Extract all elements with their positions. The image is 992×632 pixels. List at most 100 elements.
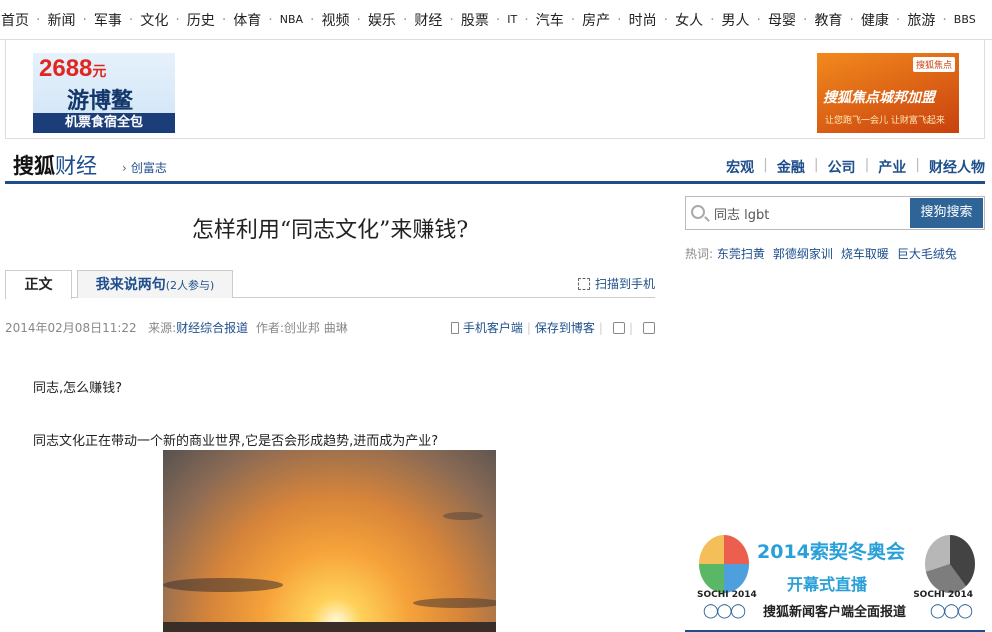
nav-item[interactable]: 旅游 — [906, 10, 936, 30]
nav-item[interactable]: BBS — [953, 13, 977, 26]
nav-separator: · — [449, 11, 454, 28]
article-paragraph: 同志文化正在带动一个新的商业世界,它是否会形成趋势,进而成为产业? — [33, 434, 439, 449]
channel-menu-item[interactable]: 产业 — [878, 157, 906, 177]
nav-item[interactable]: 时尚 — [628, 10, 658, 30]
ad-price: 2688元 — [39, 55, 107, 82]
publish-date: 2014年02月08日11:22 — [5, 321, 137, 335]
nav-separator: · — [82, 11, 87, 28]
nav-separator: · — [942, 11, 947, 28]
nav-separator: · — [617, 11, 622, 28]
menu-separator: | — [763, 157, 768, 173]
nav-item[interactable]: 视频 — [320, 10, 350, 30]
sogou-search-button[interactable]: 搜狗搜索 — [910, 198, 983, 228]
source-link[interactable]: 财经综合报道 — [176, 321, 248, 335]
nav-item[interactable]: 母婴 — [767, 10, 797, 30]
channel-menu-item[interactable]: 公司 — [828, 157, 856, 177]
hot-word-link[interactable]: 东莞扫黄 — [717, 247, 765, 261]
chevron-right-icon: › — [122, 161, 127, 175]
menu-separator: | — [864, 157, 870, 173]
sochi-footer: 搜狐新闻客户端全面报道 — [763, 605, 907, 620]
nav-item[interactable]: 文化 — [139, 10, 169, 30]
nav-item[interactable]: 健康 — [860, 10, 890, 30]
author: 创业邦 曲琳 — [283, 321, 348, 335]
nav-separator: · — [895, 11, 901, 28]
hot-words: 热词: 东莞扫黄 郭德纲家训 烧车取暖 巨大毛绒兔 — [685, 245, 965, 262]
article-tabs: 正文 我来说两句(2人参与) 扫描到手机 — [5, 270, 655, 299]
nav-item[interactable]: 财经 — [413, 10, 443, 30]
nav-separator: · — [849, 11, 854, 28]
font-size-icon[interactable] — [612, 322, 625, 334]
sochi-live: 开幕式直播 — [787, 575, 868, 594]
nav-item[interactable]: 女人 — [674, 10, 704, 30]
menu-separator: | — [915, 157, 920, 173]
article-title: 怎样利用“同志文化”来赚钱? — [191, 218, 469, 243]
nav-separator: · — [36, 11, 41, 28]
sohu-finance-logo[interactable]: 搜狐财经 — [13, 150, 97, 180]
nav-item[interactable]: 体育 — [232, 10, 262, 30]
nav-item[interactable]: 房产 — [581, 10, 611, 30]
nav-separator: · — [175, 11, 180, 28]
nav-separator: · — [663, 11, 669, 28]
sochi-badge-label: SOCHI 2014 — [697, 590, 757, 600]
tab-article[interactable]: 正文 — [5, 270, 72, 299]
scan-to-phone[interactable]: 扫描到手机 — [577, 275, 655, 292]
hot-word-link[interactable]: 巨大毛绒兔 — [897, 247, 957, 261]
nav-separator: · — [128, 11, 134, 28]
nav-separator: · — [356, 11, 361, 28]
tab-comments[interactable]: 我来说两句(2人参与) — [77, 270, 233, 298]
sochi-headline: 2014索契冬奥会 — [757, 541, 905, 563]
sochi-emblem-right — [925, 535, 975, 593]
nav-item[interactable]: 汽车 — [535, 10, 565, 30]
mobile-client-link[interactable]: 手机客户端 — [463, 321, 523, 335]
ad-boao-travel[interactable]: 2688元 游博鳌 机票食宿全包 — [33, 53, 175, 133]
search-input[interactable] — [714, 201, 904, 225]
nav-separator: · — [570, 11, 576, 28]
nav-item[interactable]: 股票 — [460, 10, 490, 30]
nav-separator: · — [310, 11, 315, 28]
phone-icon — [450, 322, 459, 334]
hot-word-link[interactable]: 郭德纲家训 — [773, 247, 833, 261]
channel-menu-item[interactable]: 金融 — [777, 157, 805, 177]
nav-separator: · — [524, 11, 529, 28]
print-icon[interactable] — [643, 322, 655, 334]
breadcrumb: › 创富志 — [122, 159, 167, 176]
ad-strip: 机票食宿全包 — [33, 113, 175, 133]
breadcrumb-link[interactable]: 创富志 — [131, 161, 167, 175]
nav-separator: · — [221, 11, 227, 28]
nav-separator: · — [402, 11, 408, 28]
channel-menu-item[interactable]: 财经人物 — [929, 157, 985, 177]
hot-words-label: 热词: — [685, 247, 714, 261]
nav-separator: · — [495, 11, 501, 28]
nav-item[interactable]: 首页 — [0, 10, 30, 30]
channel-menu-item[interactable]: 宏观 — [726, 157, 754, 177]
article-paragraph: 同志,怎么赚钱? — [33, 381, 123, 396]
nav-item[interactable]: IT — [506, 13, 518, 26]
top-nav: 首页 · 新闻 · 军事 · 文化 · 历史 · 体育 · NBA · 视频 · 娱乐 · 财经 · 股票 · IT · 汽车 ·… — [0, 0, 992, 40]
source-label: 来源: — [148, 321, 177, 335]
nav-separator: · — [710, 11, 715, 28]
article-tools: 手机客户端 | 保存到博客 | | — [450, 319, 655, 336]
nav-separator: · — [756, 11, 761, 28]
channel-header: 搜狐财经 › 创富志 宏观 | 金融 | 公司 | 产业 | 财经人物 — [5, 146, 985, 184]
menu-separator: | — [813, 157, 819, 173]
nav-item[interactable]: 新闻 — [46, 10, 76, 30]
ad-focus-franchise[interactable]: 搜狐焦点 搜狐焦点城邦加盟 让您跑飞一会儿 让财富飞起来 — [817, 53, 959, 133]
hot-word-link[interactable]: 烧车取暖 — [841, 247, 889, 261]
author-label: 作者: — [255, 321, 284, 335]
sochi-olympics-banner[interactable]: SOCHI 2014 SOCHI 2014 ◯◯◯ ◯◯◯ 2014索契冬奥会 … — [685, 527, 985, 632]
nav-item[interactable]: 军事 — [93, 10, 123, 30]
focus-logo: 搜狐焦点 — [912, 57, 955, 72]
olympic-rings-icon: ◯◯◯ — [929, 603, 973, 619]
article-sunrise-image — [163, 450, 496, 632]
nav-separator: · — [802, 11, 808, 28]
ad-destination: 游博鳌 — [67, 89, 134, 114]
save-to-blog-link[interactable]: 保存到博客 — [535, 321, 595, 335]
nav-item[interactable]: NBA — [279, 13, 304, 26]
nav-item[interactable]: 教育 — [813, 10, 843, 30]
ad-subtext: 让您跑飞一会儿 让财富飞起来 — [825, 116, 945, 126]
qr-code-icon — [577, 278, 590, 290]
channel-menu: 宏观 | 金融 | 公司 | 产业 | 财经人物 — [726, 157, 985, 177]
nav-item[interactable]: 历史 — [186, 10, 216, 30]
nav-item[interactable]: 娱乐 — [367, 10, 397, 30]
nav-item[interactable]: 男人 — [721, 10, 751, 30]
